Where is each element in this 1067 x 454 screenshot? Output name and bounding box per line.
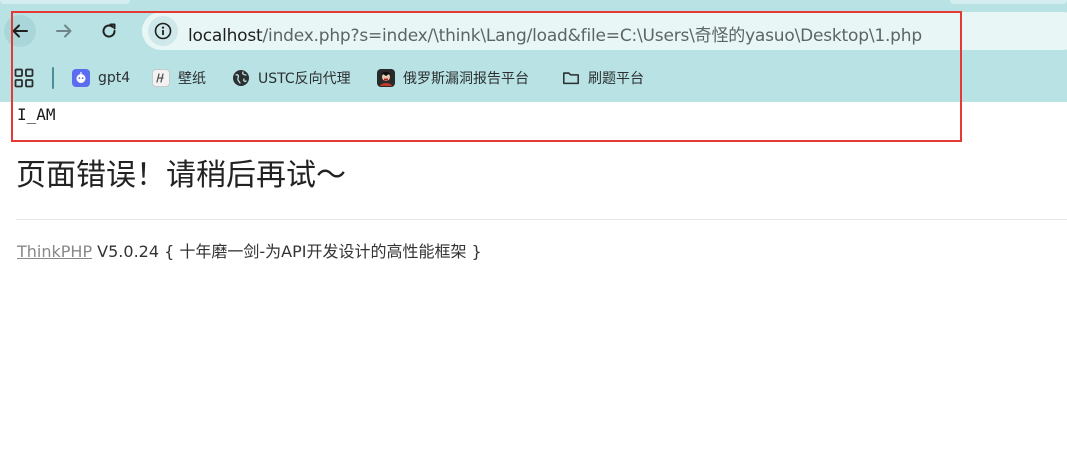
bookmark-label: USTC反向代理 [258,71,351,87]
framework-version: V5.0.24 [92,242,165,261]
address-bar[interactable]: localhost/index.php?s=index/\think\Lang/… [142,12,1067,50]
error-title: 页面错误！请稍后再试～ [16,158,346,193]
framework-slogan: { 十年磨一剑-为API开发设计的高性能框架 } [164,242,482,261]
bookmark-wallpaper[interactable]: 壁纸 [152,66,206,90]
browser-chrome: localhost/index.php?s=index/\think\Lang/… [0,0,1067,102]
tab-strip-edge [950,0,1067,4]
forward-button[interactable] [48,15,80,47]
folder-icon [562,69,580,87]
bookmark-gpt4[interactable]: gpt4 [72,66,130,90]
reload-button[interactable] [93,15,125,47]
url-host: localhost [188,26,263,46]
bookmarks-bar: gpt4 壁纸 USTC反向代理 俄罗斯漏洞报告平台 刷题平台 [0,62,1067,94]
wallpaper-icon [152,69,170,87]
thinkphp-link[interactable]: ThinkPHP [17,242,92,261]
arrow-left-icon [12,24,28,38]
echo-output: I_AM [17,105,56,124]
apps-grid-icon[interactable] [14,68,34,88]
page-content: I_AM 页面错误！请稍后再试～ ThinkPHP V5.0.24 { 十年磨一… [0,102,1067,454]
bookmarks-separator [52,67,54,89]
reload-icon [102,23,116,38]
bookmark-label: 壁纸 [178,71,206,87]
avatar-icon [377,69,395,87]
url-text[interactable]: localhost/index.php?s=index/\think\Lang/… [188,21,922,46]
browser-toolbar: localhost/index.php?s=index/\think\Lang/… [0,8,1067,54]
bookmark-practice-platform[interactable]: 刷题平台 [562,66,644,90]
globe-icon [232,69,250,87]
site-info-button[interactable] [148,16,178,46]
divider [16,219,1067,220]
info-icon [154,22,172,40]
bookmark-ustc-proxy[interactable]: USTC反向代理 [232,66,351,90]
bookmark-label: gpt4 [98,70,131,86]
back-button[interactable] [4,15,36,47]
gpt-robot-icon [72,69,90,87]
tab-strip-edge [0,0,130,4]
bookmark-label: 刷题平台 [588,71,644,87]
bookmark-vuln-report[interactable]: 俄罗斯漏洞报告平台 [377,66,529,90]
bookmark-label: 俄罗斯漏洞报告平台 [403,71,529,87]
arrow-right-icon [56,24,72,38]
url-path: /index.php?s=index/\think\Lang/load&file… [262,26,923,46]
framework-copyright: ThinkPHP V5.0.24 { 十年磨一剑-为API开发设计的高性能框架 … [17,238,482,262]
